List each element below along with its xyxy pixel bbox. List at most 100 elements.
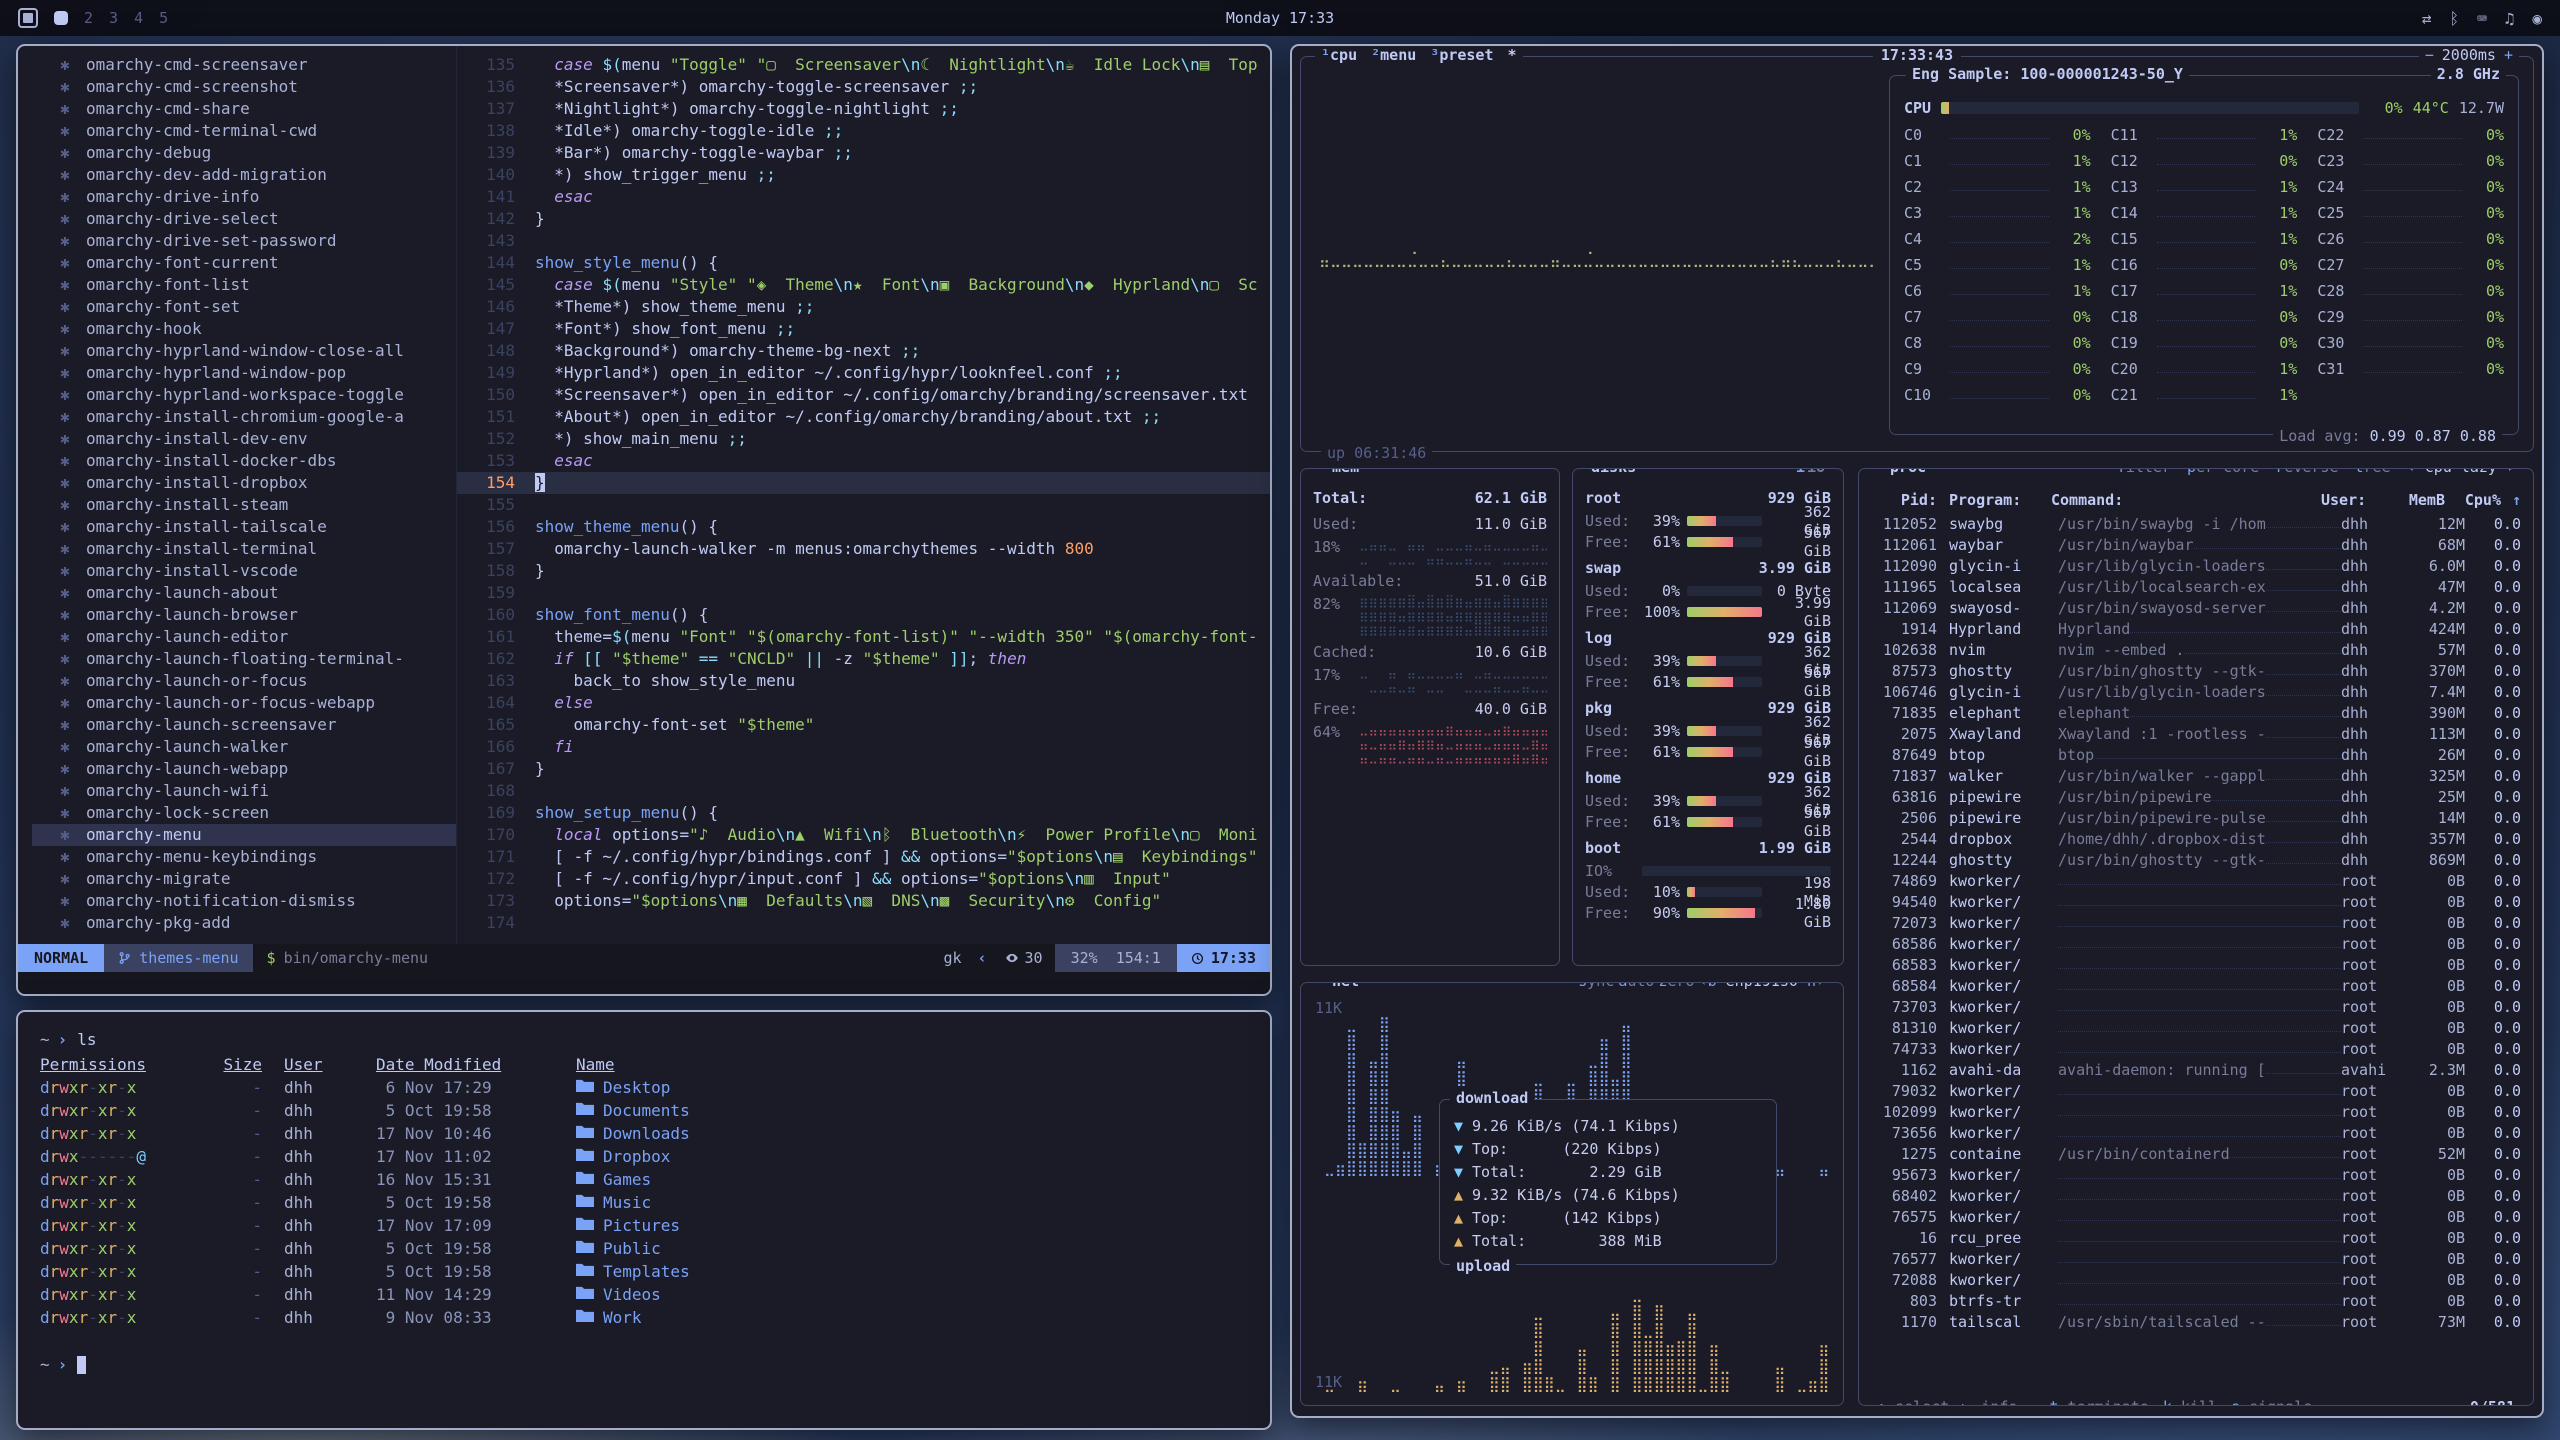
process-row[interactable]: 95673kworker/ root0B0.0 — [1871, 1164, 2521, 1185]
proc-header-pid[interactable]: Pid: — [1871, 491, 1937, 509]
process-row[interactable]: 72073kworker/ root0B0.0 — [1871, 912, 2521, 933]
file-item[interactable]: ✱omarchy-launch-floating-terminal- — [32, 648, 456, 670]
file-item[interactable]: ✱omarchy-launch-screensaver — [32, 714, 456, 736]
file-item[interactable]: ✱omarchy-font-current — [32, 252, 456, 274]
process-row[interactable]: 68583kworker/ root0B0.0 — [1871, 954, 2521, 975]
file-item[interactable]: ✱omarchy-migrate — [32, 868, 456, 890]
proc-header-memb[interactable]: MemB — [2387, 491, 2445, 509]
file-item[interactable]: ✱omarchy-install-chromium-google-a — [32, 406, 456, 428]
proc-header-program[interactable]: Program: — [1937, 491, 2049, 509]
file-item[interactable]: ✱omarchy-install-dropbox — [32, 472, 456, 494]
file-item[interactable]: ✱omarchy-launch-webapp — [32, 758, 456, 780]
process-row[interactable]: 12244ghostty /usr/bin/ghostty --gtk-dhh8… — [1871, 849, 2521, 870]
workspace-2[interactable]: 2 — [84, 9, 93, 27]
directory-name[interactable]: Templates — [576, 1260, 1248, 1283]
file-item[interactable]: ✱omarchy-launch-browser — [32, 604, 456, 626]
process-box-title[interactable]: ⁶proc — [1871, 468, 1932, 476]
process-row[interactable]: 112069swayosd- /usr/bin/swayosd-serverdh… — [1871, 597, 2521, 618]
process-row[interactable]: 81310kworker/ root0B0.0 — [1871, 1017, 2521, 1038]
file-item[interactable]: ✱omarchy-notification-dismiss — [32, 890, 456, 912]
process-row[interactable]: 2544dropbox /home/dhh/.dropbox-distdhh35… — [1871, 828, 2521, 849]
btop-tab-cpu[interactable]: ¹cpu — [1321, 46, 1357, 64]
directory-name[interactable]: Downloads — [576, 1122, 1248, 1145]
file-item[interactable]: ✱omarchy-hyprland-window-pop — [32, 362, 456, 384]
file-item[interactable]: ✱omarchy-cmd-screenshot — [32, 76, 456, 98]
btop-tab-menu[interactable]: ²menu — [1371, 46, 1416, 64]
file-item[interactable]: ✱omarchy-launch-or-focus-webapp — [32, 692, 456, 714]
file-item[interactable]: ✱omarchy-install-dev-env — [32, 428, 456, 450]
file-item[interactable]: ✱omarchy-drive-set-password — [32, 230, 456, 252]
process-row[interactable]: 106746glycin-i /usr/lib/glycin-loadersdh… — [1871, 681, 2521, 702]
process-row[interactable]: 87649btop btopdhh26M0.0 — [1871, 744, 2521, 765]
command-line[interactable] — [18, 972, 1270, 994]
btop-window[interactable]: ¹cpu²menu³preset* 17:33:43 − 2000ms + ⠀⠀… — [1290, 44, 2544, 1418]
process-row[interactable]: 1162avahi-da avahi-daemon: running [avah… — [1871, 1059, 2521, 1080]
workspace-1[interactable] — [54, 11, 68, 25]
proc-sort-control[interactable]: ‹ cpu lazy › — [2407, 468, 2515, 476]
process-row[interactable]: 16rcu_pree root0B0.0 — [1871, 1227, 2521, 1248]
process-row[interactable]: 112090glycin-i /usr/lib/glycin-loadersdh… — [1871, 555, 2521, 576]
keyboard-icon[interactable]: ⌨ — [2477, 9, 2487, 28]
proc-header-command[interactable]: Command: — [2049, 491, 2321, 509]
process-row[interactable]: 73703kworker/ root0B0.0 — [1871, 996, 2521, 1017]
file-item[interactable]: ✱omarchy-install-tailscale — [32, 516, 456, 538]
process-row[interactable]: 1170tailscal /usr/sbin/tailscaled --root… — [1871, 1311, 2521, 1332]
file-item[interactable]: ✱omarchy-hyprland-workspace-toggle — [32, 384, 456, 406]
process-row[interactable]: 68584kworker/ root0B0.0 — [1871, 975, 2521, 996]
file-item[interactable]: ✱omarchy-font-list — [32, 274, 456, 296]
file-explorer[interactable]: ✱omarchy-cmd-screensaver✱omarchy-cmd-scr… — [18, 46, 457, 944]
process-row[interactable]: 102638nvim nvim --embed .dhh57M0.0 — [1871, 639, 2521, 660]
file-item[interactable]: ✱omarchy-cmd-share — [32, 98, 456, 120]
process-row[interactable]: 71835elephant elephantdhh390M0.0 — [1871, 702, 2521, 723]
swap-icon[interactable]: ⇄ — [2422, 9, 2432, 28]
memory-box-title[interactable]: ⁴mem — [1313, 468, 1365, 476]
file-item[interactable]: ✱omarchy-drive-info — [32, 186, 456, 208]
file-item[interactable]: ✱omarchy-cmd-screensaver — [32, 54, 456, 76]
workspace-3[interactable]: 3 — [109, 9, 118, 27]
directory-name[interactable]: Documents — [576, 1099, 1248, 1122]
terminal-window[interactable]: ~ › ls PermissionsSizeUserDate ModifiedN… — [16, 1010, 1272, 1430]
file-item[interactable]: ✱omarchy-cmd-terminal-cwd — [32, 120, 456, 142]
process-row[interactable]: 72088kworker/ root0B0.0 — [1871, 1269, 2521, 1290]
terminal-cursor[interactable] — [77, 1356, 86, 1374]
topbar-clock[interactable]: Monday 17:33 — [1226, 9, 1334, 27]
process-row[interactable]: 74869kworker/ root0B0.0 — [1871, 870, 2521, 891]
proc-option-per-core[interactable]: per-core — [2187, 468, 2259, 476]
file-item[interactable]: ✱omarchy-hyprland-window-close-all — [32, 340, 456, 362]
net-option-auto[interactable]: auto — [1618, 982, 1654, 990]
file-item[interactable]: ✱omarchy-install-terminal — [32, 538, 456, 560]
file-item[interactable]: ✱omarchy-menu-keybindings — [32, 846, 456, 868]
network-options[interactable]: syncautozero‹b enp191s0 n› — [1572, 982, 1831, 990]
file-item[interactable]: ✱omarchy-lock-screen — [32, 802, 456, 824]
proc-action-ssignals[interactable]: s signals — [2231, 1398, 2312, 1406]
file-item[interactable]: ✱omarchy-drive-select — [32, 208, 456, 230]
file-item[interactable]: ✱omarchy-hook — [32, 318, 456, 340]
process-row[interactable]: 76575kworker/ root0B0.0 — [1871, 1206, 2521, 1227]
file-item[interactable]: ✱omarchy-debug — [32, 142, 456, 164]
proc-option-reverse[interactable]: reverse — [2275, 468, 2338, 476]
directory-name[interactable]: Desktop — [576, 1076, 1248, 1099]
net-option-zero[interactable]: zero — [1658, 982, 1694, 990]
process-row[interactable]: 803btrfs-tr root0B0.0 — [1871, 1290, 2521, 1311]
interval-decrease[interactable]: − — [2425, 46, 2434, 64]
bluetooth-icon[interactable]: ᛒ — [2449, 9, 2459, 28]
file-item[interactable]: ✱omarchy-install-docker-dbs — [32, 450, 456, 472]
proc-header-user[interactable]: User: — [2321, 491, 2387, 509]
directory-name[interactable]: Public — [576, 1237, 1248, 1260]
proc-action-tterminate[interactable]: t terminate — [2050, 1398, 2149, 1406]
process-row[interactable]: 87573ghostty /usr/bin/ghostty --gtk-dhh3… — [1871, 660, 2521, 681]
proc-header-cpu[interactable]: Cpu% — [2445, 491, 2501, 509]
interval-control[interactable]: − 2000ms + — [2419, 46, 2519, 64]
proc-action-info[interactable]: info ↵ — [1981, 1398, 2035, 1406]
process-row[interactable]: 73656kworker/ root0B0.0 — [1871, 1122, 2521, 1143]
process-row[interactable]: 1275containe /usr/bin/containerdroot52M0… — [1871, 1143, 2521, 1164]
file-item[interactable]: ✱omarchy-launch-or-focus — [32, 670, 456, 692]
workspace-4[interactable]: 4 — [134, 9, 143, 27]
directory-name[interactable]: Games — [576, 1168, 1248, 1191]
interval-increase[interactable]: + — [2504, 46, 2513, 64]
file-item[interactable]: ✱omarchy-launch-wifi — [32, 780, 456, 802]
workspace-5[interactable]: 5 — [159, 9, 168, 27]
disks-box-title[interactable]: disks — [1585, 468, 1642, 476]
disks-io-toggle[interactable]: iio — [1790, 468, 1831, 476]
process-row[interactable]: 79032kworker/ root0B0.0 — [1871, 1080, 2521, 1101]
